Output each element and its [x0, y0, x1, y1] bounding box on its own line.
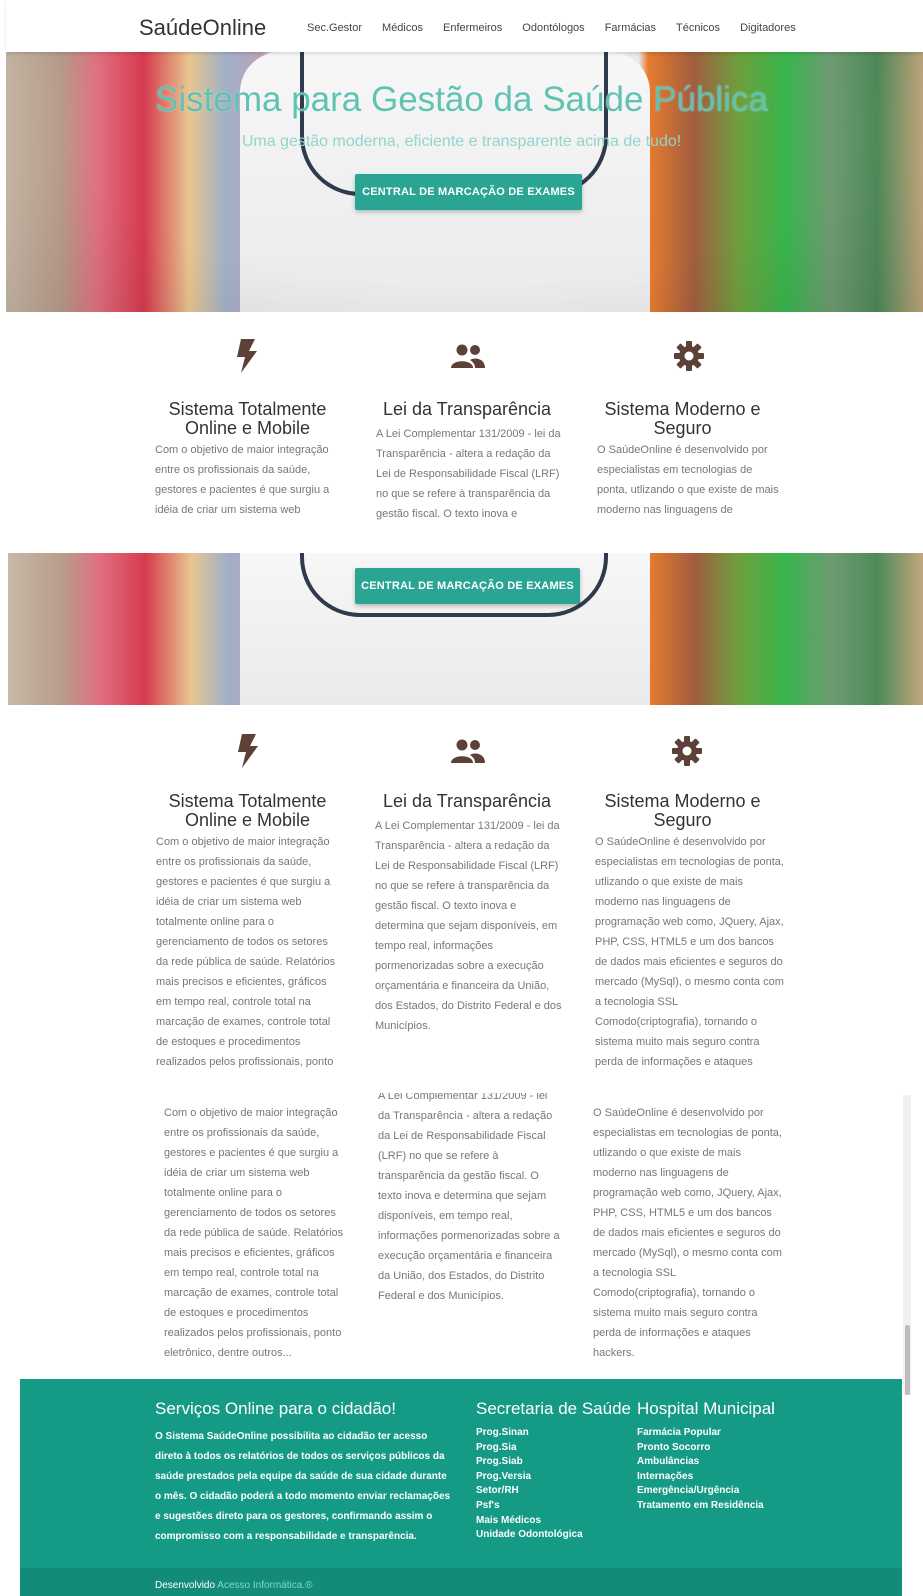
- features-section-1: Sistema Totalmente Online e Mobile Com o…: [0, 312, 923, 525]
- feature-title-line1: Lei da Transparência: [382, 399, 552, 419]
- feature-text-secure: O SaúdeOnline é desenvolvido por especia…: [597, 444, 779, 516]
- footer-link[interactable]: Prog.Sia: [476, 1441, 583, 1456]
- feature-text-online: Com o objetivo de maior integração entre…: [155, 444, 330, 516]
- hero-subtitle: Uma gestão moderna, eficiente e transpar…: [241, 133, 682, 150]
- footer-link[interactable]: Emergência/Urgência: [637, 1484, 764, 1499]
- hero-title: Sistema para Gestão da Saúde Pública: [155, 80, 768, 119]
- bolt-icon: [227, 336, 267, 376]
- feature-title-secure: Sistema Moderno e Seguro: [595, 792, 770, 830]
- feature-text-secure: O SaúdeOnline é desenvolvido por especia…: [593, 1107, 782, 1359]
- nav-link-medicos[interactable]: Médicos: [382, 22, 423, 34]
- footer-link[interactable]: Unidade Odontológica: [476, 1528, 583, 1543]
- feature-text-transparency: A Lei Complementar 131/2009 - lei da Tra…: [375, 820, 562, 1032]
- feature-title-line1: Sistema Moderno e: [604, 791, 761, 811]
- feature-title-line2: Seguro: [653, 810, 712, 830]
- feature-title-line2: Online e Mobile: [184, 810, 311, 830]
- footer-link[interactable]: Setor/RH: [476, 1484, 583, 1499]
- nav-link-enfermeiros[interactable]: Enfermeiros: [443, 22, 502, 34]
- feature-title-line2: Online e Mobile: [184, 418, 311, 438]
- feature-title-line1: Sistema Moderno e: [604, 399, 761, 419]
- people-icon: [448, 336, 488, 376]
- exam-scheduling-button-2[interactable]: CENTRAL DE MARCAÇÃO DE EXAMES: [355, 568, 580, 604]
- bolt-icon: [228, 731, 268, 771]
- features-section-3: Com o objetivo de maior integração entre…: [20, 1093, 902, 1379]
- people-icon: [448, 731, 488, 771]
- feature-title-line1: Sistema Totalmente: [168, 399, 327, 419]
- footer-link[interactable]: Pronto Socorro: [637, 1441, 764, 1456]
- features-section-2: Sistema Totalmente Online e Mobile Com o…: [0, 705, 923, 1075]
- gear-icon: [669, 336, 709, 376]
- feature-text-online: Com o objetivo de maior integração entre…: [156, 836, 336, 1068]
- footer-link[interactable]: Farmácia Popular: [637, 1426, 764, 1441]
- feature-text-secure: O SaúdeOnline é desenvolvido por especia…: [595, 836, 784, 1068]
- nav-link-tecnicos[interactable]: Técnicos: [676, 22, 720, 34]
- feature-text-transparency: A Lei Complementar 131/2009 - lei da Tra…: [378, 1093, 560, 1302]
- footer-link[interactable]: Ambulâncias: [637, 1455, 764, 1470]
- footer-link[interactable]: Mais Médicos: [476, 1514, 583, 1529]
- feature-title-line1: Sistema Totalmente: [168, 791, 327, 811]
- footer-link[interactable]: Prog.Siab: [476, 1455, 583, 1470]
- feature-title-transparency: Lei da Transparência: [372, 792, 562, 811]
- feature-text-online: Com o objetivo de maior integração entre…: [164, 1107, 344, 1359]
- feature-title-transparency: Lei da Transparência: [372, 400, 562, 419]
- feature-title-online: Sistema Totalmente Online e Mobile: [150, 400, 345, 438]
- footer-col2-title: Secretaria de Saúde: [476, 1399, 631, 1418]
- footer-bottom-bar: [20, 1568, 902, 1596]
- exam-scheduling-button[interactable]: CENTRAL DE MARCAÇÃO DE EXAMES: [355, 174, 582, 210]
- footer-link[interactable]: Prog.Sinan: [476, 1426, 583, 1441]
- nav-link-sec-gestor[interactable]: Sec.Gestor: [307, 22, 362, 34]
- scrollbar-thumb[interactable]: [905, 1325, 910, 1395]
- credits-link[interactable]: Acesso Informática.®: [217, 1580, 312, 1591]
- feature-text-transparency: A Lei Complementar 131/2009 - lei da Tra…: [376, 428, 561, 520]
- footer-link[interactable]: Internações: [637, 1470, 764, 1485]
- nav-link-odontologos[interactable]: Odontólogos: [522, 22, 584, 34]
- feature-title-secure: Sistema Moderno e Seguro: [595, 400, 770, 438]
- footer-col1-text: O Sistema SaúdeOnline possibilita ao cid…: [155, 1431, 451, 1542]
- brand-logo[interactable]: SaúdeOnline: [139, 15, 266, 41]
- footer-link[interactable]: Tratamento em Residência: [637, 1499, 764, 1514]
- nav-link-digitadores[interactable]: Digitadores: [740, 22, 796, 34]
- credits-prefix: Desenvolvido: [155, 1580, 216, 1591]
- footer-link[interactable]: Prog.Versia: [476, 1470, 583, 1485]
- footer-link[interactable]: Psf's: [476, 1499, 583, 1514]
- nav-link-farmacias[interactable]: Farmácias: [605, 22, 656, 34]
- feature-title-line1: Lei da Transparência: [382, 791, 552, 811]
- nav-menu: Sec.Gestor Médicos Enfermeiros Odontólog…: [307, 22, 816, 34]
- feature-title-line2: Seguro: [653, 418, 712, 438]
- footer-credits: Desenvolvido Acesso Informática.®: [155, 1580, 312, 1591]
- feature-title-online: Sistema Totalmente Online e Mobile: [150, 792, 345, 830]
- footer-col2-list: Prog.Sinan Prog.Sia Prog.Siab Prog.Versi…: [476, 1426, 583, 1543]
- footer-col3-list: Farmácia Popular Pronto Socorro Ambulânc…: [637, 1426, 764, 1514]
- footer-col3-title: Hospital Municipal: [637, 1399, 775, 1418]
- footer-col1-title: Serviços Online para o cidadão!: [155, 1399, 396, 1418]
- gear-icon: [667, 731, 707, 771]
